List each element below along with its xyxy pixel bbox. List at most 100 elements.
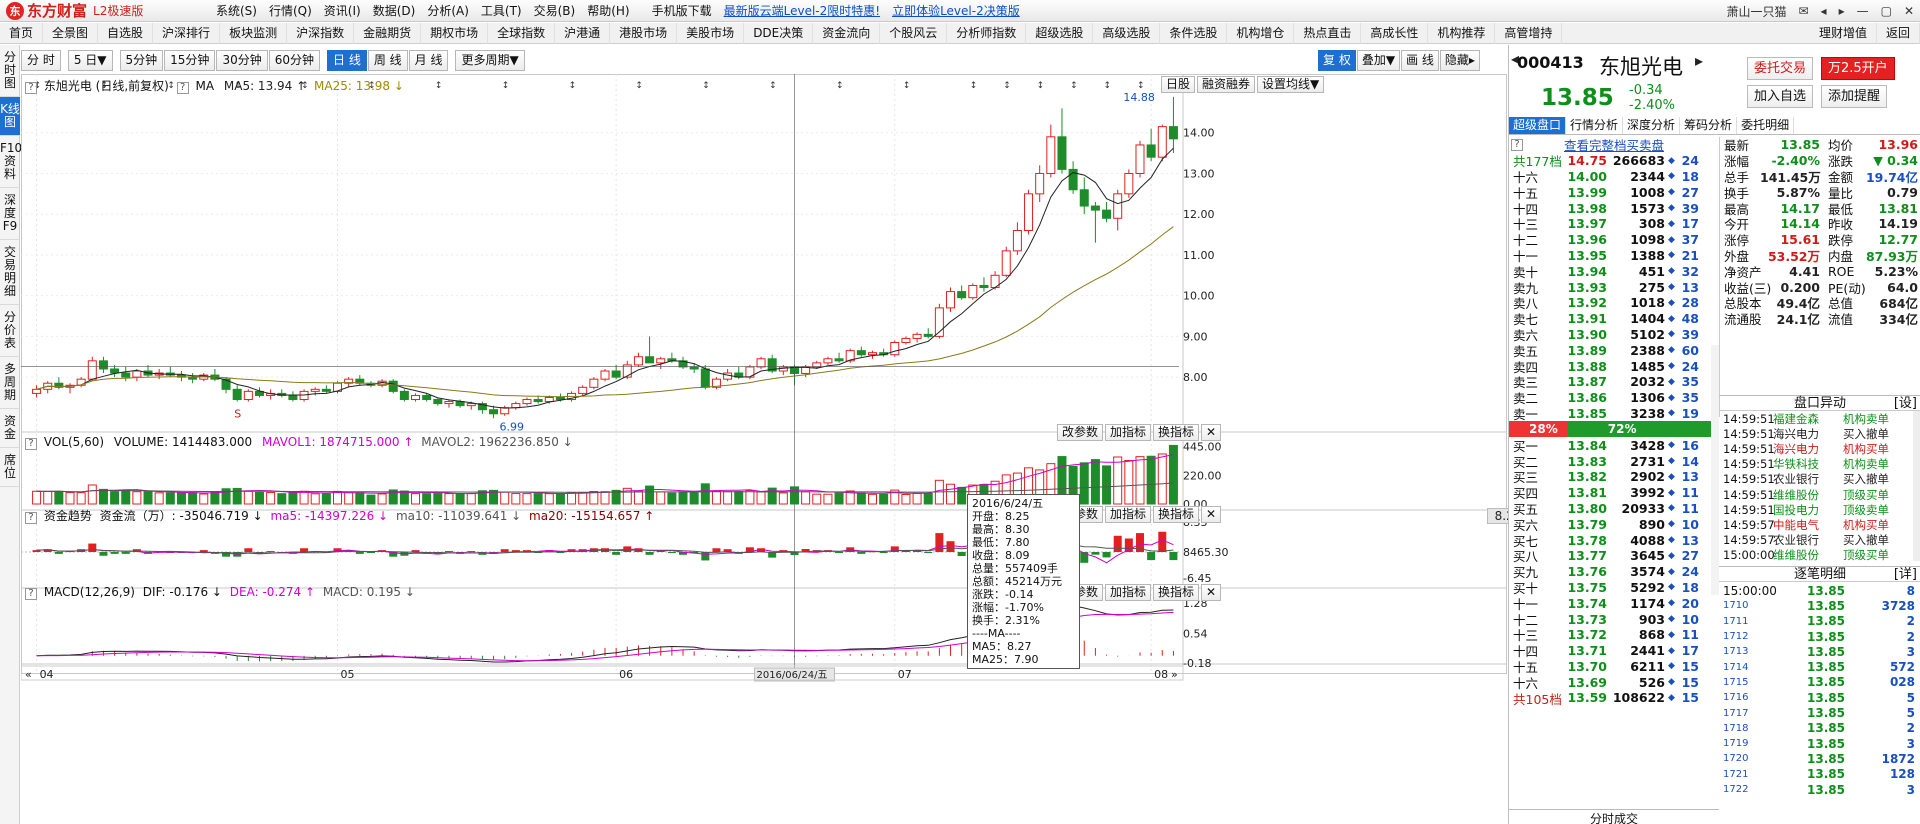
menu-item[interactable]: 系统(S) (210, 2, 263, 19)
side-tab[interactable]: 分价表 (0, 305, 20, 357)
side-tab[interactable]: 交易明细 (0, 240, 20, 305)
nav-item[interactable]: 机构增仓 (1227, 22, 1295, 44)
quote-tab[interactable]: 委托明细 (1737, 117, 1795, 134)
nav-item[interactable]: 条件选股 (1160, 22, 1228, 44)
side-tab[interactable]: 多周期 (0, 357, 20, 409)
close-icon[interactable]: ✕ (1898, 4, 1920, 18)
period-button[interactable]: 15分钟 (164, 50, 216, 71)
side-tab[interactable]: 资金 (0, 409, 20, 448)
kline-chart[interactable]: 14.00 13.00 12.00 11.00 10.00 9.00 8.00 14.88 6.… (21, 74, 1529, 824)
side-tab[interactable]: K线图 (0, 97, 20, 136)
help-icon[interactable]: ? (1511, 138, 1523, 151)
indicator-button[interactable]: 换指标 (1153, 584, 1200, 601)
pankou-row[interactable]: 14:59:51 国投电力 顶级卖单 (1719, 502, 1920, 517)
full-orderbook-link[interactable]: 查看完整档买卖盘 (1564, 135, 1664, 154)
period-button[interactable]: 月 线 (408, 50, 449, 71)
nav-item[interactable]: 沪深指数 (287, 22, 355, 44)
close-panel-icon[interactable]: ✕ (1201, 424, 1222, 441)
nav-right-item[interactable]: 返回 (1877, 23, 1920, 44)
pankou-row[interactable]: 14:59:51 福建金森 机构卖单 (1719, 411, 1920, 426)
nav-item[interactable]: 热点直击 (1294, 22, 1362, 44)
nav-item[interactable]: 美股市场 (677, 22, 745, 44)
period-button[interactable]: 分 时 (21, 50, 61, 71)
pankou-settings-link[interactable]: [设] (1894, 396, 1917, 411)
nav-item[interactable]: 自选股 (98, 22, 154, 44)
nav-item[interactable]: 首页 (0, 22, 44, 44)
maximize-icon[interactable]: ▢ (1875, 4, 1898, 18)
quote-tab[interactable]: 深度分析 (1623, 117, 1681, 134)
nav-item[interactable]: 机构推荐 (1428, 22, 1496, 44)
indicator-button[interactable]: 加指标 (1105, 584, 1152, 601)
back-icon[interactable]: ◂ (1815, 4, 1833, 18)
indicator-button[interactable]: 加指标 (1105, 506, 1152, 523)
pankou-scrollbar[interactable] (1913, 411, 1920, 561)
user-name[interactable]: 萧山一只猫 (1720, 3, 1792, 20)
chart-tool-button[interactable]: 叠加▼ (1356, 50, 1401, 71)
side-tab[interactable]: 席位 (0, 448, 20, 487)
period-button[interactable]: 周 线 (367, 50, 408, 71)
period-button[interactable]: 30分钟 (216, 50, 268, 71)
next-stock-icon[interactable]: ▸ (1695, 51, 1703, 70)
trade-button[interactable]: 委托交易 (1747, 57, 1814, 80)
nav-item[interactable]: 超级选股 (1026, 22, 1094, 44)
quote-tab[interactable]: 行情分析 (1566, 117, 1624, 134)
nav-item[interactable]: 港股市场 (610, 22, 678, 44)
indicator-button[interactable]: 改参数 (1057, 424, 1104, 441)
menu-item[interactable]: 行情(Q) (263, 2, 318, 19)
side-tab[interactable]: 分时图 (0, 45, 20, 97)
add-alert-button[interactable]: 添加提醒 (1821, 85, 1888, 108)
help-icon[interactable]: ? (25, 438, 37, 450)
chart-tool-button[interactable]: 隐藏▸ (1439, 50, 1480, 71)
nav-item[interactable]: 高管增持 (1495, 22, 1563, 44)
quote-tab[interactable]: 筹码分析 (1680, 117, 1738, 134)
chart-tool-button[interactable]: 画 线 (1401, 50, 1439, 71)
period-button[interactable]: 更多周期▼ (455, 50, 525, 71)
nav-item[interactable]: 沪深排行 (153, 22, 221, 44)
period-button[interactable]: 5 日▼ (67, 50, 113, 71)
help-icon[interactable]: ? (25, 588, 37, 600)
nav-item[interactable]: 分析师指数 (947, 22, 1027, 44)
indicator-button[interactable]: 设置均线▼ (1257, 76, 1325, 93)
quote-tab[interactable]: 超级盘口 (1509, 117, 1567, 134)
indicator-button[interactable]: 日股 (1161, 76, 1196, 93)
nav-item[interactable]: 个股风云 (880, 22, 948, 44)
pankou-row[interactable]: 15:00:00 维维股份 顶级买单 (1719, 548, 1920, 563)
nav-item[interactable]: 期权市场 (421, 22, 489, 44)
nav-item[interactable]: 全球指数 (488, 22, 556, 44)
mail-icon[interactable]: ✉ (1792, 4, 1814, 18)
chart-tool-button[interactable]: 复 权 (1318, 50, 1356, 71)
zhubi-detail-link[interactable]: [详] (1894, 567, 1917, 582)
help-icon[interactable]: ? (25, 512, 37, 524)
period-button[interactable]: 日 线 (327, 50, 367, 71)
promo-link[interactable]: 最新版云端Level-2限时特惠! (718, 2, 886, 19)
pankou-row[interactable]: 14:59:51 海兴电力 买入撤单 (1719, 426, 1920, 441)
pankou-row[interactable]: 14:59:51 海兴电力 机构买单 (1719, 441, 1920, 456)
nav-item[interactable]: 沪港通 (555, 22, 611, 44)
menu-item[interactable]: 数据(D) (367, 2, 422, 19)
side-tab[interactable]: 深度F9 (0, 188, 20, 240)
indicator-button[interactable]: 换指标 (1153, 424, 1200, 441)
tick-trades-tab[interactable]: 分时成交 (1509, 809, 1719, 824)
pankou-row[interactable]: 14:59:51 维维股份 顶级买单 (1719, 487, 1920, 502)
minimize-icon[interactable]: — (1851, 4, 1875, 18)
add-watchlist-button[interactable]: 加入自选 (1747, 85, 1814, 108)
menu-item[interactable]: 分析(A) (421, 2, 475, 19)
indicator-button[interactable]: 融资融券 (1197, 76, 1256, 93)
open-account-button[interactable]: 万2.5开户 (1821, 57, 1895, 80)
pankou-row[interactable]: 14:59:57 中能电气 机构买单 (1719, 517, 1920, 532)
nav-item[interactable]: 高成长性 (1361, 22, 1429, 44)
menu-item[interactable]: 资讯(I) (318, 2, 367, 19)
level2-link[interactable]: 立即体验Level-2决策版 (886, 2, 1026, 19)
menu-item[interactable]: 工具(T) (475, 2, 528, 19)
orderbook-scrollbar[interactable] (1711, 345, 1719, 595)
mobile-download-link[interactable]: 手机版下载 (646, 2, 718, 19)
nav-item[interactable]: 全景图 (43, 22, 99, 44)
close-panel-icon[interactable]: ✕ (1201, 506, 1222, 523)
pankou-row[interactable]: 14:59:57 农业银行 买入撤单 (1719, 533, 1920, 548)
menu-item[interactable]: 交易(B) (528, 2, 582, 19)
nav-item[interactable]: DDE决策 (744, 22, 814, 44)
period-button[interactable]: 5分钟 (119, 50, 164, 71)
side-tab[interactable]: F10资料 (0, 136, 22, 188)
nav-item[interactable]: 板块监测 (220, 22, 288, 44)
period-button[interactable]: 60分钟 (268, 50, 320, 71)
